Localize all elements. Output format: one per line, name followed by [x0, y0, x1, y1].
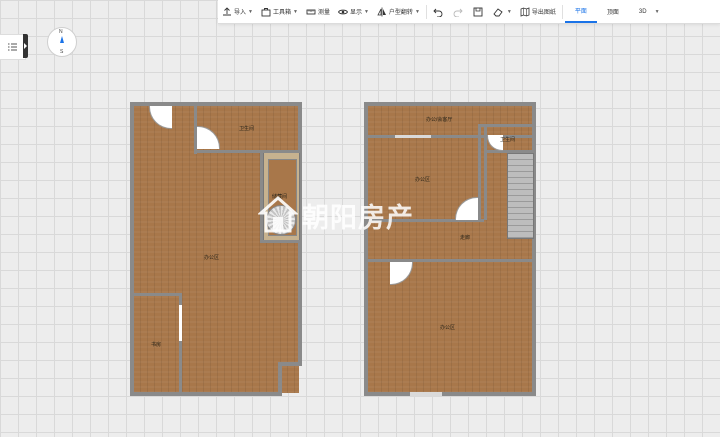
upload-icon	[223, 6, 231, 15]
house-logo-icon	[258, 195, 298, 233]
floor-plan-right[interactable]: 办公/会客厅 卫生间 办公区 走廊 办公区	[0, 0, 536, 396]
window-opening	[179, 305, 182, 341]
room-label-office-left: 办公区	[204, 255, 220, 261]
ruler-icon	[306, 9, 316, 14]
export-drawing-button[interactable]: 导出图纸	[516, 0, 560, 23]
floor-area	[367, 105, 533, 393]
map-icon	[520, 6, 530, 17]
chevron-down-icon: ▼	[506, 8, 512, 15]
room-label-study: 书房	[151, 342, 162, 348]
room-label-corridor: 走廊	[460, 235, 471, 241]
chevron-down-icon: ▼	[248, 8, 253, 15]
undo-icon	[433, 8, 443, 17]
toolbox-label: 工具箱	[272, 10, 291, 16]
toolbox-button[interactable]: 工具箱 ▼	[257, 0, 302, 23]
save-button[interactable]	[469, 0, 489, 23]
flip-icon	[377, 7, 386, 16]
redo-icon	[453, 8, 463, 17]
flip-label: 户型翻转	[388, 10, 413, 16]
wall	[478, 124, 481, 222]
room-label-office-mid: 办公区	[415, 177, 431, 183]
chevron-down-icon: ▼	[414, 8, 420, 15]
wall	[130, 293, 182, 296]
compass-south: S	[60, 49, 64, 55]
room-label-office-lounge: 办公/会客厅	[426, 117, 453, 123]
wall	[364, 102, 368, 396]
measure-label: 测量	[317, 10, 330, 16]
compass[interactable]: N S	[47, 27, 77, 57]
panel-expand-handle[interactable]	[23, 34, 28, 58]
wall	[478, 124, 536, 127]
save-icon	[473, 7, 483, 16]
list-icon	[8, 43, 17, 51]
wall	[130, 392, 280, 396]
room-label-bathroom-left: 卫生间	[239, 126, 255, 132]
window-opening	[410, 392, 442, 396]
toolbox-icon	[261, 7, 271, 16]
wall	[278, 362, 282, 396]
wall	[364, 102, 536, 106]
measure-button[interactable]: 测量	[302, 0, 334, 23]
staircase	[507, 153, 534, 239]
room-label-office-bottom: 办公区	[440, 325, 456, 331]
redo-button[interactable]	[449, 0, 469, 23]
top-toolbar: 导入 ▼ 工具箱 ▼ 测量 显示 ▼ 户型翻转 ▼ ▼ 导出图纸 平面 顶面 3…	[218, 0, 720, 24]
arrow-right-icon	[24, 43, 27, 49]
toolbar-divider	[561, 4, 563, 19]
tab-3d-label: 3D	[638, 8, 647, 15]
undo-button[interactable]	[429, 0, 449, 23]
flip-floorplan-button[interactable]: 户型翻转 ▼	[373, 0, 424, 23]
wall	[364, 392, 536, 396]
import-label: 导入	[234, 10, 247, 16]
toolbar-divider	[425, 4, 427, 19]
display-label: 显示	[349, 10, 362, 16]
tab-plan-view[interactable]: 平面	[564, 0, 597, 23]
chevron-down-icon: ▼	[363, 8, 369, 15]
room-label-bathroom-right: 卫生间	[500, 137, 516, 143]
export-label: 导出图纸	[531, 10, 556, 16]
compass-needle-icon	[60, 36, 64, 43]
window-opening	[395, 135, 431, 138]
display-button[interactable]: 显示 ▼	[334, 0, 373, 23]
compass-north: N	[59, 29, 63, 35]
watermark-text: 朝阳房产	[302, 202, 414, 233]
eraser-button[interactable]: ▼	[489, 0, 516, 23]
eye-icon	[337, 9, 348, 14]
chevron-down-icon: ▼	[654, 8, 660, 15]
wall	[532, 102, 536, 396]
watermark: 朝阳房产	[258, 195, 414, 235]
import-button[interactable]: 导入 ▼	[218, 0, 257, 23]
tab-3d-view[interactable]: 3D ▼	[629, 0, 664, 23]
eraser-icon	[493, 7, 503, 16]
wall	[130, 102, 134, 396]
wall	[260, 240, 302, 243]
tab-top-view[interactable]: 顶面	[597, 0, 629, 23]
chevron-down-icon: ▼	[292, 8, 298, 15]
